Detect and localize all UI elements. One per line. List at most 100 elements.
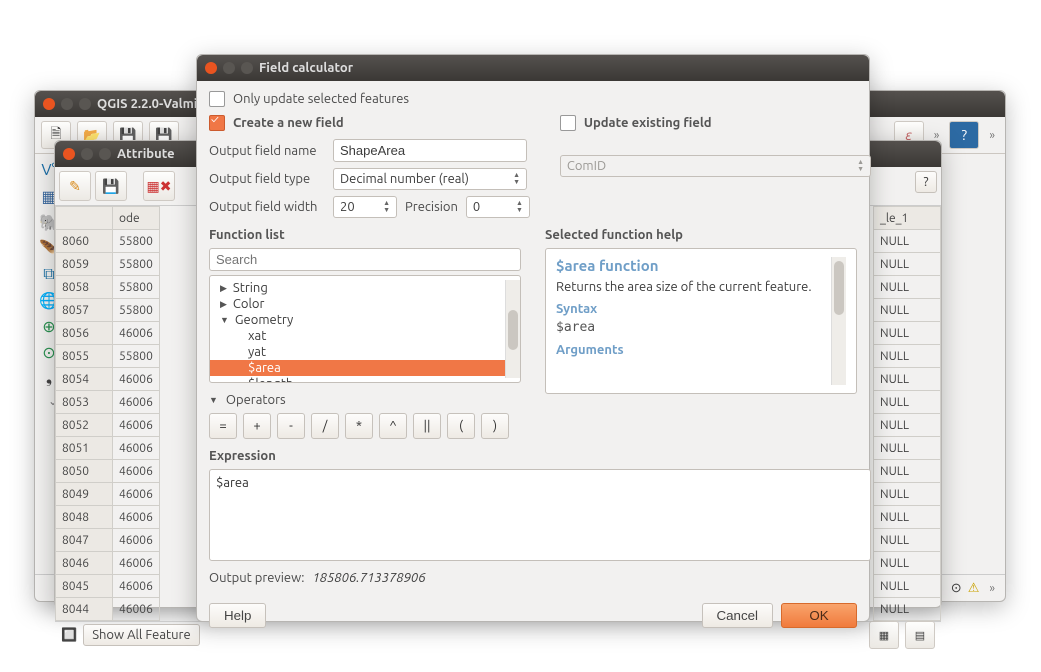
table-row[interactable]: 805346006 [56, 391, 160, 414]
search-input[interactable] [209, 248, 521, 271]
delete-icon[interactable]: ▦✖ [143, 171, 175, 201]
only-update-checkbox[interactable] [209, 91, 225, 107]
out-name-input[interactable] [333, 139, 527, 162]
table-row[interactable]: NULL [874, 276, 941, 299]
operator-button[interactable]: ( [447, 413, 475, 439]
table-row[interactable]: NULL [874, 368, 941, 391]
table-row[interactable]: 805755800 [56, 299, 160, 322]
table-row[interactable]: NULL [874, 391, 941, 414]
minimize-icon[interactable] [81, 148, 93, 160]
out-type-combo[interactable]: Decimal number (real) ▲▼ [333, 168, 527, 190]
table-row[interactable]: NULL [874, 552, 941, 575]
table-row[interactable]: 804446006 [56, 598, 160, 621]
cancel-button[interactable]: Cancel [702, 603, 774, 628]
table-row[interactable]: 804646006 [56, 552, 160, 575]
chevron-down-icon[interactable]: ▼ [209, 395, 218, 405]
table-row[interactable]: NULL [874, 529, 941, 552]
col-ode[interactable]: ode [113, 207, 160, 230]
minimize-icon[interactable] [61, 98, 73, 110]
table-row[interactable]: NULL [874, 483, 941, 506]
status-icon: ⊙ [951, 581, 962, 596]
maximize-icon[interactable] [241, 62, 253, 74]
table-row[interactable]: 805555800 [56, 345, 160, 368]
scrollbar[interactable] [505, 280, 520, 378]
qgis-title: QGIS 2.2.0-Valmier [97, 97, 210, 111]
form-view-icon[interactable]: ▦ [869, 621, 899, 649]
table-row[interactable]: 804946006 [56, 483, 160, 506]
maximize-icon[interactable] [79, 98, 91, 110]
table-row[interactable]: 806055800 [56, 230, 160, 253]
table-row[interactable]: NULL [874, 299, 941, 322]
operator-button[interactable]: / [311, 413, 339, 439]
out-name-label: Output field name [209, 144, 325, 158]
close-icon[interactable] [63, 148, 75, 160]
table-row[interactable]: 804846006 [56, 506, 160, 529]
col-le1[interactable]: _le_1 [874, 207, 941, 230]
precision-spin[interactable]: 0 ▲▼ [466, 196, 530, 218]
chevron-right-icon[interactable]: » [985, 129, 999, 142]
chevron-right-icon[interactable]: » [985, 582, 999, 595]
operator-button[interactable]: ^ [379, 413, 407, 439]
function-list[interactable]: ▶String ▶Color ▼Geometry xat yat $area $… [209, 275, 521, 383]
list-item: ▶Color [210, 296, 505, 312]
operator-button[interactable]: + [243, 413, 271, 439]
close-icon[interactable] [43, 98, 55, 110]
table-row[interactable]: NULL [874, 460, 941, 483]
table-row[interactable]: 804546006 [56, 575, 160, 598]
update-existing-label: Update existing field [584, 116, 712, 130]
operator-button[interactable]: ) [481, 413, 509, 439]
dialog-titlebar[interactable]: Field calculator [197, 55, 869, 81]
list-item: $length [210, 376, 505, 383]
attr-table[interactable]: ode 806055800805955800805855800805755800… [55, 206, 160, 621]
out-width-label: Output field width [209, 200, 325, 214]
help-desc: Returns the area size of the current fea… [556, 280, 827, 294]
attr-title: Attribute [117, 147, 175, 161]
table-row[interactable]: NULL [874, 322, 941, 345]
close-icon[interactable] [205, 62, 217, 74]
table-row[interactable]: NULL [874, 345, 941, 368]
table-row[interactable]: 805146006 [56, 437, 160, 460]
table-row[interactable]: NULL [874, 598, 941, 621]
table-row[interactable]: NULL [874, 437, 941, 460]
filter-icon[interactable]: 🔲 [61, 628, 77, 643]
operator-button[interactable]: || [413, 413, 441, 439]
table-row[interactable]: NULL [874, 414, 941, 437]
operators-row: =+-/*^||() [209, 413, 521, 439]
table-row[interactable]: 805046006 [56, 460, 160, 483]
table-row[interactable]: 805955800 [56, 253, 160, 276]
out-width-spin[interactable]: 20 ▲▼ [333, 196, 397, 218]
edit-icon[interactable]: ✎ [59, 171, 91, 201]
table-row[interactable]: 805446006 [56, 368, 160, 391]
table-row[interactable]: NULL [874, 230, 941, 253]
create-new-checkbox[interactable] [209, 115, 225, 131]
maximize-icon[interactable] [99, 148, 111, 160]
operators-label: Operators [226, 393, 286, 407]
precision-label: Precision [405, 200, 458, 214]
only-update-label: Only update selected features [233, 92, 409, 106]
list-item-selected: $area [210, 360, 505, 376]
save-edits-icon[interactable]: 💾 [95, 171, 127, 201]
help-icon[interactable]: ? [949, 121, 979, 149]
help-small-icon[interactable]: ? [915, 171, 937, 193]
table-row[interactable]: NULL [874, 575, 941, 598]
operator-button[interactable]: = [209, 413, 237, 439]
operator-button[interactable]: - [277, 413, 305, 439]
table-row[interactable]: NULL [874, 253, 941, 276]
scrollbar[interactable] [831, 257, 846, 385]
show-all-button[interactable]: Show All Feature [83, 624, 199, 646]
help-syntax: $area [556, 320, 827, 335]
table-row[interactable]: 805646006 [56, 322, 160, 345]
table-row[interactable]: NULL [874, 506, 941, 529]
expression-input[interactable]: $area [209, 469, 871, 561]
help-button[interactable]: Help [209, 603, 266, 628]
list-item: yat [210, 344, 505, 360]
table-row[interactable]: 805246006 [56, 414, 160, 437]
table-view-icon[interactable]: ▤ [905, 621, 935, 649]
table-row[interactable]: 804746006 [56, 529, 160, 552]
ok-button[interactable]: OK [781, 603, 857, 628]
update-existing-checkbox[interactable] [560, 115, 576, 131]
minimize-icon[interactable] [223, 62, 235, 74]
table-row[interactable]: 805855800 [56, 276, 160, 299]
attr-table-right[interactable]: _le_1 NULLNULLNULLNULLNULLNULLNULLNULLNU… [873, 206, 941, 621]
operator-button[interactable]: * [345, 413, 373, 439]
